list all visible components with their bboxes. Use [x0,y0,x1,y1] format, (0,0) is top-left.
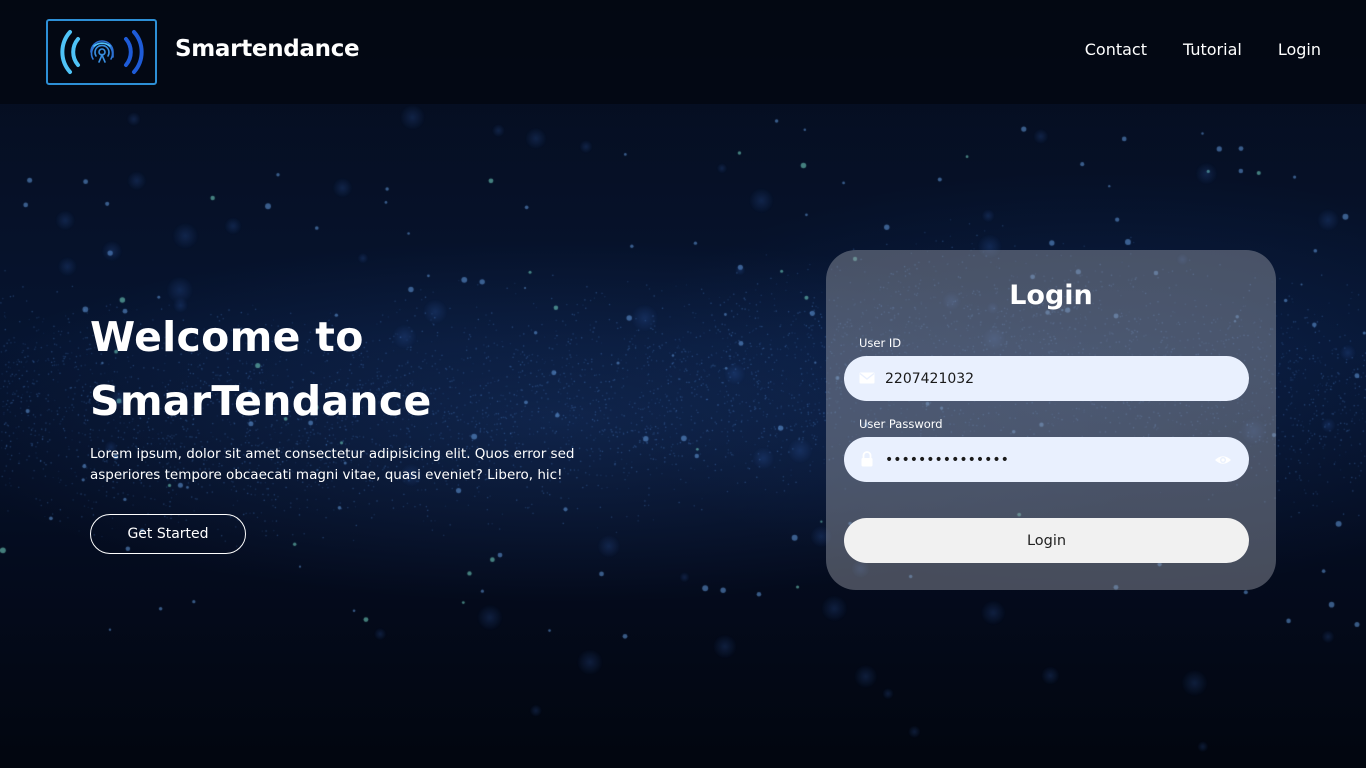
fingerprint-wireless-icon [59,30,144,74]
hero-title-line1: Welcome to [90,313,364,361]
lock-icon [861,451,873,467]
nav-login-link[interactable]: Login [1278,40,1321,59]
logo[interactable] [46,19,157,85]
get-started-button[interactable]: Get Started [90,514,246,554]
nav-links: Contact Tutorial Login [1085,40,1321,59]
user-id-input[interactable] [885,356,1205,401]
login-title: Login [1009,280,1093,311]
user-id-field [844,356,1249,401]
hero-title: Welcome to SmarTendance [90,305,650,433]
navbar: Smartendance Contact Tutorial Login [0,0,1366,104]
envelope-icon [859,372,875,384]
password-input[interactable] [885,437,1205,482]
eye-icon[interactable] [1214,451,1232,469]
login-submit-button[interactable]: Login [844,518,1249,563]
password-label: User Password [859,417,943,431]
user-id-label: User ID [859,336,902,350]
login-card: Login User ID User Password Login [826,250,1276,590]
nav-tutorial-link[interactable]: Tutorial [1183,40,1242,59]
hero-section: Welcome to SmarTendance Lorem ipsum, dol… [90,305,650,554]
hero-title-line2: SmarTendance [90,377,432,425]
brand-name: Smartendance [175,36,360,62]
hero-description: Lorem ipsum, dolor sit amet consectetur … [90,446,575,483]
password-field [844,437,1249,482]
nav-contact-link[interactable]: Contact [1085,40,1147,59]
